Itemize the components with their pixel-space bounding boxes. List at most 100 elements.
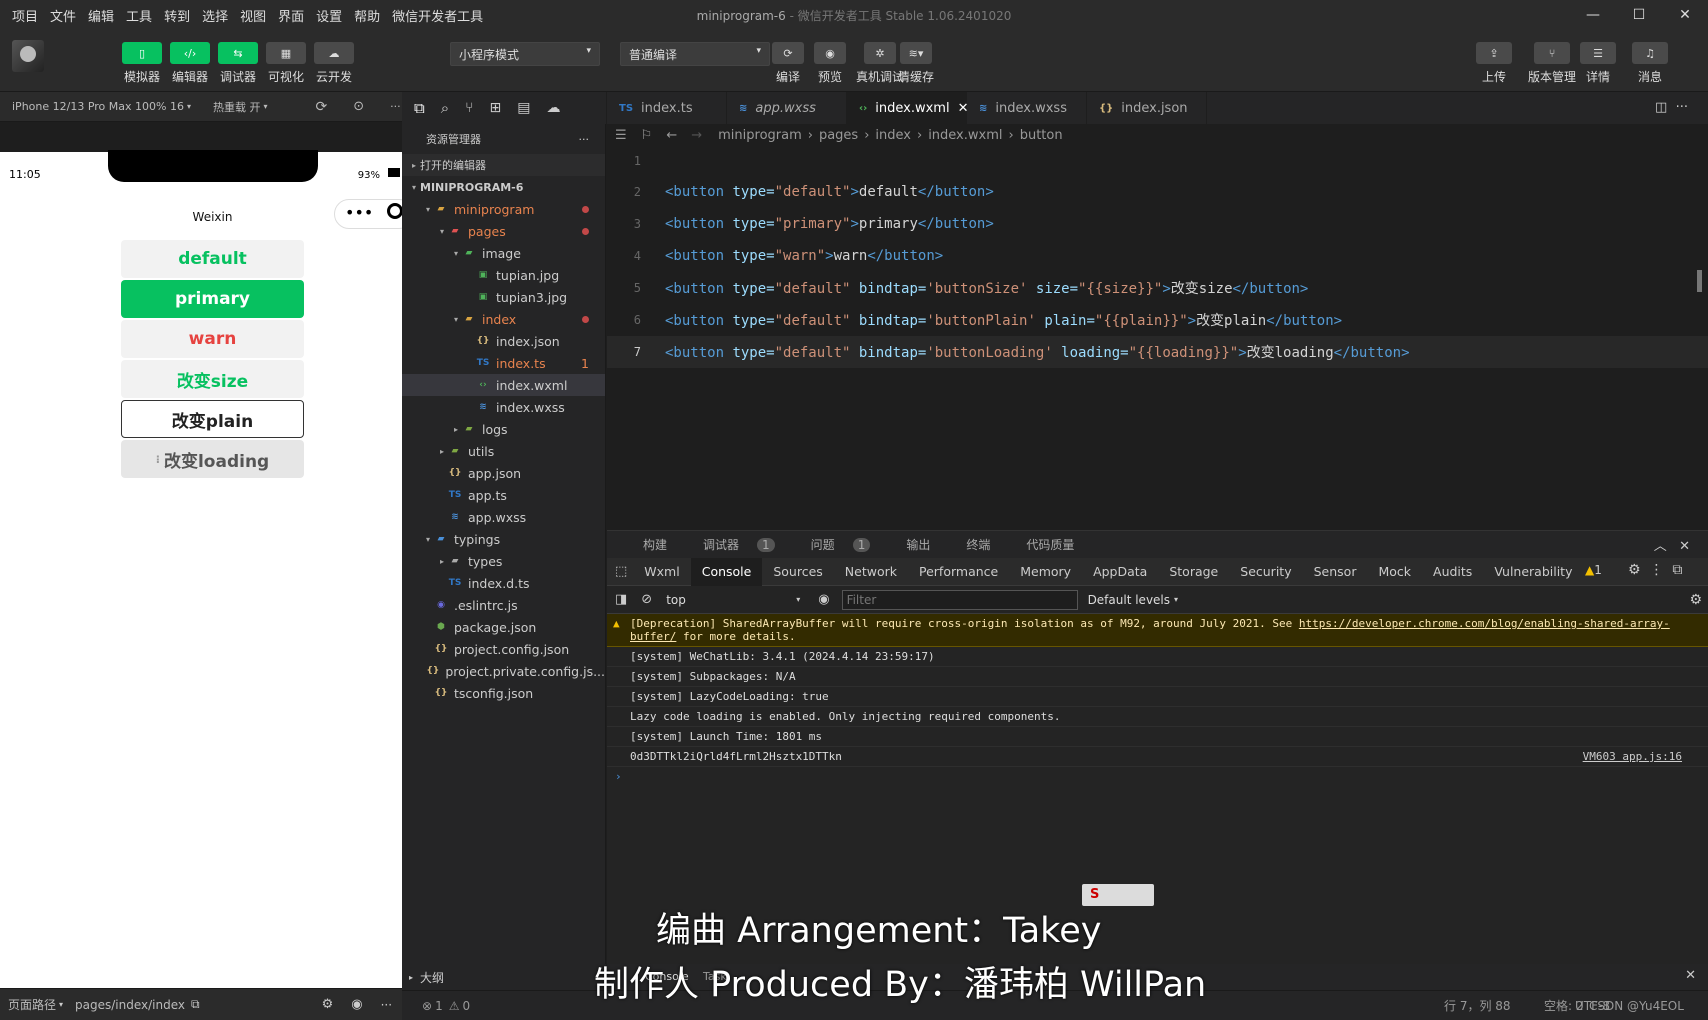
forward-icon[interactable]: → <box>691 128 702 143</box>
预览-button[interactable]: ◉ 预览 <box>814 42 846 85</box>
panel-tab[interactable]: 问题 1 <box>793 536 871 553</box>
code-line[interactable]: 1 <box>607 146 1708 176</box>
tree-item[interactable]: {} project.config.json <box>402 638 605 660</box>
tree-item[interactable]: ⬢ package.json <box>402 616 605 638</box>
devtools-tab[interactable]: Security <box>1229 558 1302 586</box>
back-icon[interactable]: ← <box>666 128 677 143</box>
git-icon[interactable]: ⑂ <box>465 100 473 116</box>
phone-button-default[interactable]: default <box>121 240 304 278</box>
rotate-icon[interactable]: ⟳ <box>315 99 327 115</box>
phone-button-改变plain[interactable]: 改变plain <box>121 400 304 438</box>
编辑器-button[interactable]: ‹/› 编辑器 <box>170 42 210 85</box>
menu-item[interactable]: 帮助 <box>348 6 386 25</box>
devtools-tab[interactable]: Memory <box>1009 558 1082 586</box>
devtools-tab[interactable]: Network <box>834 558 908 586</box>
真机调试-button[interactable]: ✲ 真机调试 <box>856 42 904 85</box>
copy-icon[interactable]: ⧉ <box>191 997 200 1012</box>
phone-button-改变size[interactable]: 改变size <box>121 360 304 398</box>
panel-tab[interactable]: 构建 <box>625 536 667 553</box>
devtools-settings-icon[interactable]: ⚙ ⋮ ⧉ <box>1628 562 1682 578</box>
menu-item[interactable]: 微信开发者工具 <box>386 6 489 25</box>
消息-button[interactable]: ♫ 消息 <box>1632 42 1668 85</box>
tree-item[interactable]: ▣ tupian.jpg <box>402 264 605 286</box>
tree-item[interactable]: ▾ ▰ miniprogram <box>402 198 605 220</box>
device-select[interactable]: iPhone 12/13 Pro Max 100% 16 <box>12 100 184 113</box>
bookmark-icon[interactable]: ⚐ <box>641 128 653 143</box>
menu-item[interactable]: 工具 <box>120 6 158 25</box>
storage-icon[interactable]: ▤ <box>517 100 530 116</box>
tab-index.wxml[interactable]: ‹› index.wxml ✕ <box>847 92 968 124</box>
tree-item[interactable]: TS app.ts <box>402 484 605 506</box>
language-mode[interactable]: CSDN @Yu4EOL <box>1589 999 1684 1013</box>
tab-index.ts[interactable]: TS index.ts <box>607 92 727 124</box>
tree-item[interactable]: ▾ ▰ index <box>402 308 605 330</box>
phone-button-warn[interactable]: warn <box>121 320 304 358</box>
devtools-tab[interactable]: AppData <box>1082 558 1158 586</box>
版本管理-button[interactable]: ⑂ 版本管理 <box>1528 42 1576 85</box>
extensions-icon[interactable]: ⊞ <box>490 100 502 116</box>
tree-item[interactable]: ‹› index.wxml <box>402 374 605 396</box>
tree-item[interactable]: ▣ tupian3.jpg <box>402 286 605 308</box>
console-source-link[interactable]: VM603 app.js:16 <box>1583 750 1682 763</box>
tab-app.wxss[interactable]: ≋ app.wxss <box>727 92 847 124</box>
editor-scrollbar[interactable] <box>1697 270 1702 292</box>
hot-reload-toggle[interactable]: 热重载 开 <box>213 99 261 115</box>
tree-item[interactable]: TS index.d.ts <box>402 572 605 594</box>
warning-badge[interactable]: ▲1 <box>1585 563 1602 577</box>
search-icon[interactable]: ⌕ <box>441 99 449 117</box>
menu-item[interactable]: 转到 <box>158 6 196 25</box>
panel-tab[interactable]: 代码质量 <box>1008 536 1074 553</box>
cloud-icon[interactable]: ☁ <box>547 100 561 116</box>
云开发-button[interactable]: ☁ 云开发 <box>314 42 354 85</box>
tab-index.wxss[interactable]: ≋ index.wxss <box>967 92 1087 124</box>
devtools-tab[interactable]: Mock <box>1367 558 1422 586</box>
breadcrumb-item[interactable]: pages <box>819 128 858 143</box>
clear-console-icon[interactable]: ⊘ <box>641 592 652 607</box>
tree-item[interactable]: ▾ ▰ typings <box>402 528 605 550</box>
cursor-position[interactable]: 行 7，列 88 <box>1444 997 1511 1014</box>
close-miniprogram-icon[interactable] <box>387 203 403 219</box>
devtools-tab[interactable]: Wxml <box>633 558 690 586</box>
files-icon[interactable]: ⧉ <box>414 99 425 117</box>
devtools-tab[interactable]: Storage <box>1158 558 1229 586</box>
devtools-tab[interactable]: Performance <box>908 558 1009 586</box>
模拟器-button[interactable]: ▯ 模拟器 <box>122 42 162 85</box>
code-line[interactable]: 5 <button type="default" bindtap='buttonS… <box>607 272 1708 304</box>
panel-controls[interactable]: ︿ ✕ <box>1654 535 1690 554</box>
code-line[interactable]: 7 <button type="default" bindtap='buttonL… <box>607 336 1708 368</box>
breadcrumb-item[interactable]: index.wxml <box>928 128 1002 143</box>
menu-item[interactable]: 界面 <box>272 6 310 25</box>
清缓存-button[interactable]: ≋▾ 清缓存 <box>898 42 934 85</box>
code-line[interactable]: 4 <button type="warn">warn</button> <box>607 240 1708 272</box>
tree-item[interactable]: ▸ ▰ utils <box>402 440 605 462</box>
phone-button-primary[interactable]: primary <box>121 280 304 318</box>
settings-bug-icon[interactable]: ⚙ <box>322 997 334 1012</box>
ime-toolbar[interactable]: S <box>1082 884 1154 906</box>
code-editor[interactable]: 1 2 <button type="default">default</button… <box>607 146 1708 528</box>
menu-item[interactable]: 编辑 <box>82 6 120 25</box>
ime-s-icon[interactable]: S <box>1090 887 1099 902</box>
devtools-tab[interactable]: Sensor <box>1303 558 1368 586</box>
tree-item[interactable]: ≋ index.wxss <box>402 396 605 418</box>
mode-select[interactable]: 小程序模式 ▾ <box>450 42 600 66</box>
上传-button[interactable]: ⇪ 上传 <box>1476 42 1512 85</box>
minimize-icon[interactable]: — <box>1570 0 1616 30</box>
error-icon[interactable]: ⊗ <box>422 999 432 1013</box>
page-path-label[interactable]: 页面路径 <box>8 996 56 1013</box>
tree-item[interactable]: {} project.private.config.js... <box>402 660 605 682</box>
project-section[interactable]: ▾ MINIPROGRAM-6 <box>402 176 605 198</box>
split-editor-icon[interactable]: ◫ ··· <box>1655 100 1688 115</box>
avatar[interactable] <box>12 40 44 72</box>
tree-item[interactable]: TS index.ts 1 <box>402 352 605 374</box>
more-icon[interactable]: ··· <box>390 100 401 113</box>
tab-index.json[interactable]: {} index.json <box>1087 92 1207 124</box>
tree-item[interactable]: {} index.json <box>402 330 605 352</box>
tree-item[interactable]: ▸ ▰ types <box>402 550 605 572</box>
live-expression-icon[interactable]: ◉ <box>818 592 829 607</box>
phone-button-改变loading[interactable]: ⁝ 改变loading <box>121 440 304 478</box>
调试器-button[interactable]: ⇆ 调试器 <box>218 42 258 85</box>
panel-tab[interactable]: 输出 <box>888 536 930 553</box>
tree-item[interactable]: ◉ .eslintrc.js <box>402 594 605 616</box>
outline-section[interactable]: ▸ 大纲 <box>402 964 606 990</box>
close-icon[interactable]: ✕ <box>1662 0 1708 30</box>
